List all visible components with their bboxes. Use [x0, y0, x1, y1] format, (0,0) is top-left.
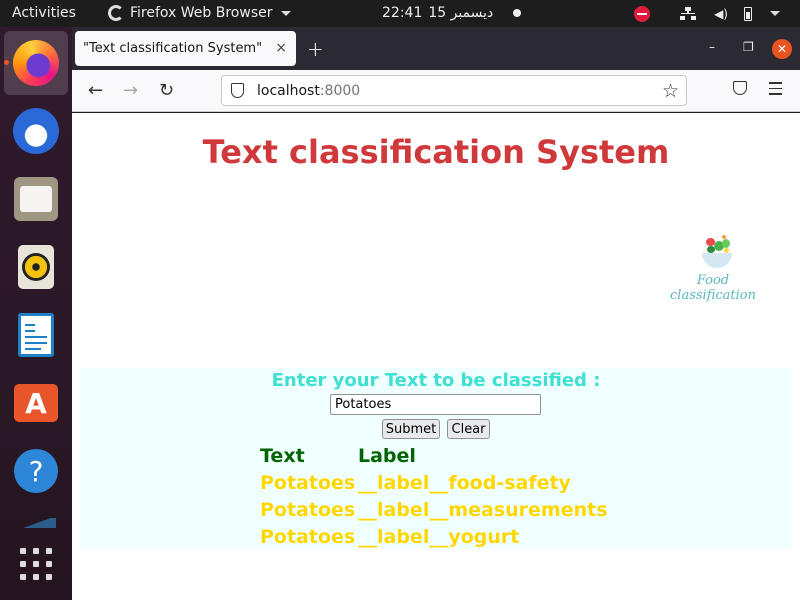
- do-not-disturb-icon[interactable]: [634, 5, 651, 22]
- new-tab-button[interactable]: +: [307, 37, 324, 61]
- header-label: Label: [358, 444, 416, 467]
- classification-panel: Enter your Text to be classified : Subme…: [80, 368, 792, 549]
- system-top-bar: Activities Firefox Web Browser 22:41 15 …: [0, 0, 800, 27]
- url-bar[interactable]: localhost:8000 ☆: [221, 75, 687, 202]
- app-menu-label: Firefox Web Browser: [130, 5, 273, 21]
- result-row: Potatoes __label__yogurt: [260, 523, 608, 550]
- browser-tab-bar: "Text classification System" × + – ❐ ✕: [72, 27, 800, 70]
- libreoffice-writer-icon: [18, 313, 54, 357]
- clock-time: 22:41: [382, 5, 423, 21]
- partial-app-icon[interactable]: [18, 518, 56, 528]
- dock-thunderbird[interactable]: [4, 99, 68, 163]
- thunderbird-icon: [13, 108, 59, 154]
- running-indicator: [4, 60, 9, 65]
- page-content: Text classification System Food classifi…: [72, 113, 800, 600]
- result-text: Potatoes: [260, 471, 356, 494]
- tracking-protection-shield-icon[interactable]: [231, 83, 244, 98]
- page-title: Text classification System: [202, 133, 670, 171]
- browser-nav-bar: ← → ↻ localhost:8000 ☆: [72, 70, 800, 202]
- back-button[interactable]: ←: [88, 80, 103, 101]
- firefox-icon: [13, 40, 59, 86]
- bookmark-star-icon[interactable]: ☆: [662, 80, 679, 102]
- clock[interactable]: 22:41 15 ديسمبر: [382, 5, 522, 21]
- system-menu-chevron-icon[interactable]: [770, 11, 780, 16]
- results-table: Text Label Potatoes __label__food-safety…: [260, 442, 608, 550]
- clear-button[interactable]: Clear: [447, 419, 490, 439]
- chevron-down-icon: [280, 10, 291, 16]
- dock-firefox[interactable]: [4, 31, 68, 95]
- menu-hamburger-icon[interactable]: [769, 82, 782, 99]
- result-row: Potatoes __label__food-safety: [260, 469, 608, 496]
- help-icon: ?: [14, 449, 58, 493]
- result-text: Potatoes: [260, 498, 356, 521]
- system-tray[interactable]: ◀): [634, 0, 800, 27]
- url-host: localhost: [257, 82, 320, 99]
- maximize-button[interactable]: ❐: [743, 40, 754, 54]
- result-label: __label__measurements: [358, 498, 608, 521]
- pocket-icon[interactable]: [733, 81, 747, 95]
- tab-close-icon[interactable]: ×: [275, 40, 287, 56]
- clock-date: 15 ديسمبر: [428, 5, 494, 21]
- volume-icon[interactable]: ◀): [714, 7, 728, 21]
- header-text: Text: [260, 444, 305, 467]
- text-input[interactable]: [330, 394, 541, 415]
- activities-button[interactable]: Activities: [12, 5, 76, 21]
- bowl-icon: [702, 253, 732, 268]
- salad-icon: [702, 235, 732, 255]
- dock: A ?: [0, 27, 72, 600]
- app-menu[interactable]: Firefox Web Browser: [108, 5, 291, 21]
- tab-title: "Text classification System": [83, 41, 263, 56]
- dock-ubuntu-software[interactable]: A: [4, 371, 68, 435]
- results-header-row: Text Label: [260, 442, 608, 469]
- minimize-button[interactable]: –: [709, 40, 715, 54]
- result-row: Potatoes __label__measurements: [260, 496, 608, 523]
- submit-button[interactable]: Submet: [382, 419, 440, 439]
- dock-files[interactable]: [4, 167, 68, 231]
- files-icon: [14, 177, 58, 221]
- show-applications-button[interactable]: [20, 548, 52, 580]
- result-label: __label__food-safety: [358, 471, 571, 494]
- reload-button[interactable]: ↻: [159, 80, 174, 101]
- dock-writer[interactable]: [4, 303, 68, 367]
- notification-dot-icon: [513, 9, 522, 17]
- forward-button[interactable]: →: [123, 80, 138, 101]
- firefox-mini-icon: [108, 5, 124, 21]
- logo-text: Food classification: [670, 273, 756, 303]
- food-classification-logo: Food classification: [654, 231, 772, 303]
- input-prompt: Enter your Text to be classified :: [271, 370, 601, 391]
- dock-rhythmbox[interactable]: [4, 235, 68, 299]
- ubuntu-software-icon: A: [14, 384, 58, 422]
- result-text: Potatoes: [260, 525, 356, 548]
- rhythmbox-icon: [18, 245, 54, 289]
- battery-icon[interactable]: [744, 6, 752, 21]
- url-port: :8000: [319, 82, 361, 99]
- result-label: __label__yogurt: [358, 525, 520, 548]
- window-close-button[interactable]: ✕: [772, 39, 792, 59]
- network-icon[interactable]: [680, 6, 697, 21]
- dock-help[interactable]: ?: [4, 439, 68, 503]
- tab-text-classification[interactable]: "Text classification System" ×: [75, 31, 296, 66]
